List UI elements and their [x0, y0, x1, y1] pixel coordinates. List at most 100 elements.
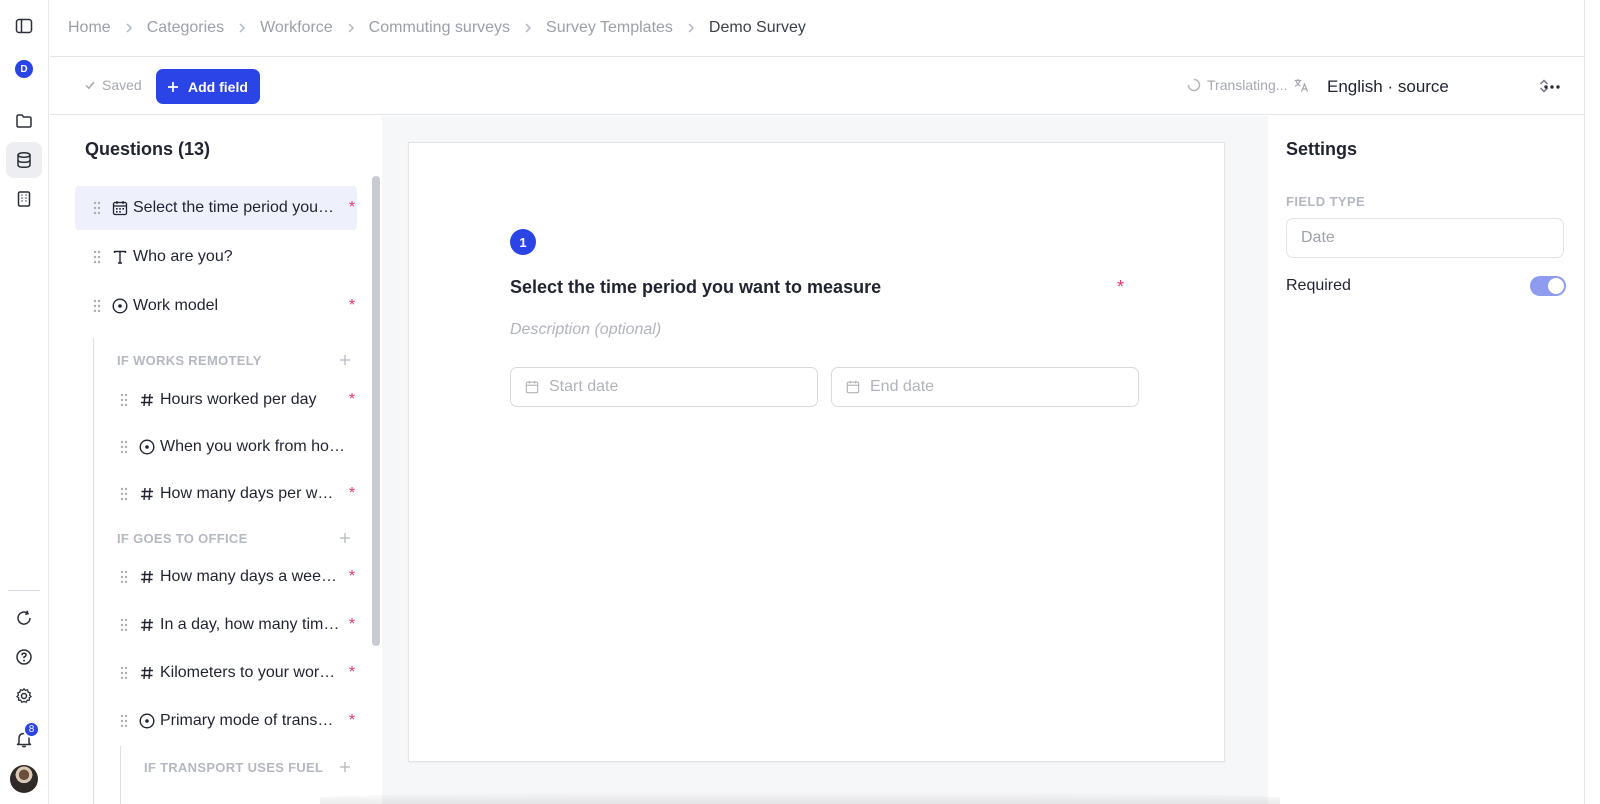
editor-canvas: 1 Select the time period you want to mea…: [382, 116, 1268, 804]
question-item[interactable]: Kilometers to your wor… *: [102, 651, 357, 695]
breadcrumb-categories[interactable]: Categories: [147, 19, 224, 37]
required-indicator: *: [348, 616, 356, 633]
add-field-button[interactable]: Add field: [156, 69, 260, 104]
left-rail: D 8: [0, 0, 49, 804]
branch-line: [120, 746, 121, 804]
question-number-badge: 1: [510, 229, 536, 255]
window-right-border: [1584, 0, 1585, 804]
chevron-right-icon: [125, 22, 133, 34]
breadcrumb-workforce[interactable]: Workforce: [260, 19, 333, 37]
app-logo[interactable]: D: [6, 51, 42, 87]
question-item[interactable]: Work model *: [75, 284, 357, 328]
required-indicator: *: [348, 568, 356, 585]
end-date-placeholder: End date: [870, 378, 935, 395]
language-select[interactable]: English · source: [1321, 69, 1565, 104]
question-item[interactable]: Who are you?: [75, 235, 357, 279]
required-indicator: *: [348, 199, 356, 216]
folder-icon[interactable]: [6, 103, 42, 139]
drag-handle-icon[interactable]: [91, 299, 103, 313]
breadcrumb-current: Demo Survey: [708, 19, 806, 36]
breadcrumb: Home Categories Workforce Commuting surv…: [50, 0, 1584, 57]
required-indicator: *: [348, 485, 356, 502]
question-card[interactable]: 1 Select the time period you want to mea…: [408, 142, 1225, 762]
questions-scrollbar[interactable]: [372, 176, 380, 646]
question-item[interactable]: Primary mode of trans… *: [102, 699, 357, 743]
hash-icon: [138, 616, 156, 634]
check-icon: [85, 81, 95, 90]
breadcrumb-home[interactable]: Home: [68, 19, 111, 37]
required-indicator: *: [348, 712, 356, 729]
app-window: D 8 Home Categories Workforce Commuting …: [0, 0, 1600, 804]
start-date-input[interactable]: Start date: [510, 367, 818, 407]
calendar-icon: [111, 199, 129, 217]
drag-handle-icon[interactable]: [118, 714, 130, 728]
question-label: Who are you?: [133, 248, 233, 265]
drag-handle-icon[interactable]: [118, 440, 130, 454]
required-indicator: *: [348, 391, 356, 408]
bell-icon[interactable]: 8: [6, 721, 42, 757]
plus-icon: [168, 81, 178, 92]
breadcrumb-survey-templates[interactable]: Survey Templates: [546, 19, 673, 37]
language-select-value: English · source: [1327, 76, 1449, 96]
settings-title: Settings: [1286, 139, 1358, 159]
settings-panel: Settings FIELD TYPE Date Required: [1268, 116, 1584, 804]
sidebar-toggle-icon[interactable]: [6, 8, 42, 44]
avatar[interactable]: [6, 761, 42, 797]
building-icon[interactable]: [6, 181, 42, 217]
question-item[interactable]: In a day, how many tim… *: [102, 603, 357, 647]
drag-handle-icon[interactable]: [118, 570, 130, 584]
start-date-placeholder: Start date: [549, 378, 619, 395]
translation-status-label: Translating...: [1207, 77, 1288, 93]
gear-icon[interactable]: [6, 678, 42, 714]
question-item[interactable]: Select the time period you… *: [75, 186, 357, 230]
add-branch-question-icon[interactable]: [338, 353, 352, 367]
more-options-icon[interactable]: [1538, 73, 1566, 101]
question-label: Hours worked per day: [160, 391, 317, 408]
description-input[interactable]: Description (optional): [510, 321, 661, 339]
drag-handle-icon[interactable]: [118, 666, 130, 680]
branch-line: [93, 338, 94, 804]
radio-icon: [111, 297, 129, 315]
hash-icon: [138, 568, 156, 586]
question-item[interactable]: When you work from ho…: [102, 425, 357, 469]
end-date-input[interactable]: End date: [831, 367, 1139, 407]
add-branch-question-icon[interactable]: [338, 531, 352, 545]
field-type-label: FIELD TYPE: [1286, 194, 1366, 209]
help-icon[interactable]: [6, 639, 42, 675]
bottom-edge-shadow: [320, 792, 1280, 804]
question-item[interactable]: How many days per w… *: [102, 472, 357, 516]
question-label: How many days a wee…: [160, 568, 337, 585]
question-label: Kilometers to your wor…: [160, 664, 336, 681]
rail-divider: [8, 590, 40, 591]
breadcrumb-commuting-surveys[interactable]: Commuting surveys: [369, 19, 510, 37]
add-branch-question-icon[interactable]: [338, 760, 352, 774]
app-logo-mark: D: [15, 60, 33, 78]
question-label: Work model: [133, 297, 219, 314]
question-item[interactable]: How many days a wee… *: [102, 555, 357, 599]
notification-badge: 8: [23, 721, 40, 738]
drag-handle-icon[interactable]: [91, 250, 103, 264]
avatar-image: [10, 765, 38, 793]
question-title-input[interactable]: Select the time period you want to measu…: [510, 277, 881, 298]
drag-handle-icon[interactable]: [118, 393, 130, 407]
required-indicator: *: [348, 297, 356, 314]
database-icon[interactable]: [6, 142, 42, 178]
chevron-right-icon: [687, 22, 695, 34]
drag-handle-icon[interactable]: [91, 201, 103, 215]
translation-status: Translating...: [1187, 77, 1309, 93]
field-type-select[interactable]: Date: [1286, 218, 1564, 258]
refresh-icon[interactable]: [6, 600, 42, 636]
required-toggle[interactable]: [1530, 276, 1566, 296]
drag-handle-icon[interactable]: [118, 618, 130, 632]
chevron-right-icon: [524, 22, 532, 34]
radio-icon: [138, 712, 156, 730]
save-status-label: Saved: [102, 77, 142, 93]
text-icon: [111, 248, 129, 266]
question-label: When you work from ho…: [160, 438, 343, 455]
hash-icon: [138, 664, 156, 682]
question-label: Primary mode of trans…: [160, 712, 334, 729]
translate-icon: [1294, 79, 1309, 92]
drag-handle-icon[interactable]: [118, 487, 130, 501]
question-item[interactable]: Hours worked per day *: [102, 378, 357, 422]
question-label: How many days per w…: [160, 485, 334, 502]
